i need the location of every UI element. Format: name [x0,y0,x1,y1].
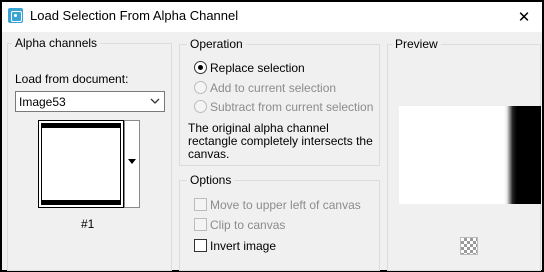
transparency-checker-icon[interactable] [460,237,478,255]
operation-legend: Operation [187,37,246,51]
preview-legend: Preview [392,37,441,51]
triangle-down-icon [128,159,136,164]
radio-add-label: Add to current selection [210,81,337,95]
options-legend: Options [187,173,235,187]
window-title: Load Selection From Alpha Channel [30,8,239,23]
operation-description-line2: rectangle completely intersects the [188,134,373,148]
checkbox-invert-image-label: Invert image [210,239,277,253]
channel-dropdown-button[interactable] [124,120,140,208]
radio-add-indicator[interactable] [194,81,207,94]
radio-subtract-label: Subtract from current selection [210,100,374,114]
radio-replace-label: Replace selection [210,61,305,75]
radio-replace-indicator[interactable] [194,61,207,74]
channel-thumbnail[interactable] [38,120,124,208]
document-select-value: Image53 [19,95,66,109]
chevron-down-icon [150,98,160,104]
load-from-document-label: Load from document: [15,72,129,86]
checkbox-clip-to-canvas-box[interactable] [194,218,207,231]
alpha-channels-legend: Alpha channels [12,36,101,50]
app-icon [8,8,23,23]
dialog-window: Load Selection From Alpha Channel ✕ Alph… [0,0,544,272]
document-select[interactable]: Image53 [15,91,165,112]
channel-caption: #1 [81,217,95,231]
checkbox-move-upper-left-label: Move to upper left of canvas [210,198,361,212]
radio-subtract-indicator[interactable] [194,100,207,113]
close-icon: ✕ [517,9,531,26]
operation-description-line1: The original alpha channel [188,121,329,135]
preview-image [399,106,541,204]
checkbox-invert-image-box[interactable] [194,239,207,252]
title-bar: Load Selection From Alpha Channel ✕ [2,2,542,32]
checkbox-move-upper-left-box[interactable] [194,198,207,211]
close-button[interactable]: ✕ [510,5,538,29]
checkbox-clip-to-canvas-label: Clip to canvas [210,218,286,232]
operation-description-line3: canvas. [188,147,230,161]
channel-thumbnail-image [41,123,121,205]
